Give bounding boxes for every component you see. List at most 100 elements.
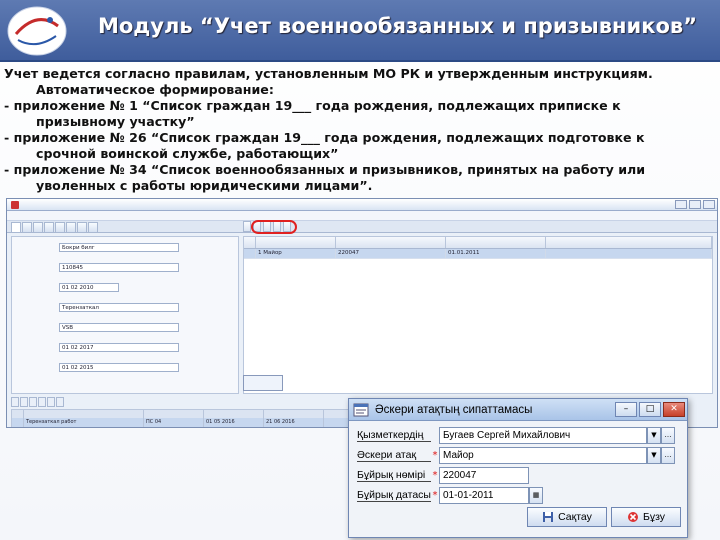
- grid-cell: ПС 04: [144, 418, 204, 427]
- maximize-button[interactable]: □: [639, 402, 661, 417]
- grid-cell: 01 05 2016: [204, 418, 264, 427]
- form-input[interactable]: 01 02 2017: [59, 343, 179, 352]
- employee-form: Бокри билг 110845 01 02 2010 Терензаткал VSB…: [11, 236, 239, 394]
- form-input[interactable]: 01 02 2010: [59, 283, 119, 292]
- body-line: срочной воинской службе, работающих”: [36, 146, 339, 161]
- grid-cell: 1 Майор: [256, 249, 336, 258]
- form-row: VSB: [15, 323, 179, 332]
- grid-col[interactable]: [24, 410, 144, 418]
- chevron-down-icon[interactable]: ▼: [647, 447, 661, 464]
- military-rank-dialog: Әскери атақтың сипаттамасы – □ ✕ Қызметк…: [348, 398, 688, 538]
- dialog-titlebar: Әскери атақтың сипаттамасы – □ ✕: [349, 399, 687, 421]
- field-label: Бұйрық датасы: [357, 489, 431, 502]
- order-number-row: Бұйрық нөмірі * 220047: [357, 467, 529, 484]
- app-close-button[interactable]: [703, 200, 715, 209]
- minimize-button[interactable]: –: [615, 402, 637, 417]
- cancel-icon: [627, 512, 638, 522]
- save-label: Сақтау: [558, 511, 592, 523]
- app-tab[interactable]: [22, 222, 32, 232]
- bottom-tab[interactable]: [38, 397, 46, 407]
- required-marker: *: [432, 490, 438, 501]
- rank-field[interactable]: Майор: [439, 447, 647, 464]
- form-row: Терензаткал: [15, 303, 179, 312]
- sub-tab[interactable]: [243, 220, 251, 232]
- chevron-down-icon[interactable]: ▼: [647, 427, 661, 444]
- grid-col[interactable]: [204, 410, 264, 418]
- grid-col[interactable]: [256, 237, 336, 248]
- military-rank-grid: 1 Майор 220047 01.01.2011: [243, 236, 713, 394]
- calendar-icon[interactable]: ▦: [529, 487, 543, 504]
- grid-col[interactable]: [264, 410, 324, 418]
- employee-row: Қызметкердің Бугаев Сергей Михайлович ▼ …: [357, 427, 675, 444]
- position-grid: Терензаткал работ ПС 04 01 05 2016 21 06…: [11, 409, 381, 427]
- app-tab[interactable]: [88, 222, 98, 232]
- app-tab[interactable]: [66, 222, 76, 232]
- body-line: - приложение № 34 “Список военнообязанны…: [4, 162, 646, 177]
- field-label: Бұйрық нөмірі: [357, 469, 431, 482]
- app-tab[interactable]: [33, 222, 43, 232]
- body-line: уволенных с работы юридическими лицами”.: [36, 178, 373, 193]
- bottom-tab[interactable]: [11, 397, 19, 407]
- bottom-tab[interactable]: [20, 397, 28, 407]
- grid-col[interactable]: [336, 237, 446, 248]
- form-row: 110845: [15, 263, 179, 272]
- add-record-button[interactable]: [243, 375, 283, 391]
- grid-col[interactable]: [144, 410, 204, 418]
- app-tab[interactable]: [77, 222, 87, 232]
- body-line: Автоматическое формирование:: [36, 82, 274, 97]
- app-tab[interactable]: [11, 222, 21, 232]
- table-row[interactable]: 1 Майор 220047 01.01.2011: [244, 249, 712, 259]
- grid-col[interactable]: [546, 237, 712, 248]
- save-button[interactable]: Сақтау: [527, 507, 607, 527]
- rank-row: Әскери атақ * Майор ▼ …: [357, 447, 675, 464]
- cancel-button[interactable]: Бұзу: [611, 507, 681, 527]
- form-input[interactable]: 110845: [59, 263, 179, 272]
- body-line: Учет ведется согласно правилам, установл…: [4, 66, 653, 81]
- app-icon: [11, 200, 19, 209]
- required-marker: *: [432, 470, 438, 481]
- bottom-tab[interactable]: [47, 397, 55, 407]
- cancel-label: Бұзу: [642, 511, 666, 523]
- app-window: Бокри билг 110845 01 02 2010 Терензаткал VSB…: [6, 198, 718, 428]
- highlight-circle: [251, 220, 297, 234]
- bottom-tab[interactable]: [29, 397, 37, 407]
- table-row[interactable]: Терензаткал работ ПС 04 01 05 2016 21 06…: [12, 418, 380, 427]
- grid-cell: Терензаткал работ: [24, 418, 144, 427]
- form-input[interactable]: VSB: [59, 323, 179, 332]
- grid-col[interactable]: [446, 237, 546, 248]
- ellipsis-icon[interactable]: …: [661, 427, 675, 444]
- form-row: 01 02 2017: [15, 343, 179, 352]
- order-date-row: Бұйрық датасы * 01-01-2011 ▦: [357, 487, 543, 504]
- body-line: - приложение № 26 “Список граждан 19___ …: [4, 130, 645, 145]
- form-input[interactable]: 01 02 2015: [59, 363, 179, 372]
- app-titlebar: [7, 199, 717, 211]
- grid-header: [12, 410, 380, 418]
- grid-header: [244, 237, 712, 249]
- body-line: - приложение № 1 “Список граждан 19___ г…: [4, 98, 621, 113]
- employee-field[interactable]: Бугаев Сергей Михайлович: [439, 427, 647, 444]
- field-label: Әскери атақ: [357, 449, 431, 462]
- order-date-field[interactable]: 01-01-2011: [439, 487, 529, 504]
- bottom-tab[interactable]: [56, 397, 64, 407]
- body-line: призывному участку”: [36, 114, 195, 129]
- app-minimize-button[interactable]: [675, 200, 687, 209]
- body-text: Учет ведется согласно правилам, установл…: [4, 66, 716, 194]
- app-tabs: [7, 221, 717, 233]
- form-input[interactable]: Бокри билг: [59, 243, 179, 252]
- ellipsis-icon[interactable]: …: [661, 447, 675, 464]
- dialog-title: Әскери атақтың сипаттамасы: [375, 403, 533, 416]
- field-label: Қызметкердің: [357, 429, 431, 442]
- slide-title: Модуль “Учет военнообязанных и призывник…: [97, 14, 698, 38]
- form-input[interactable]: Терензаткал: [59, 303, 179, 312]
- floppy-disk-icon: [543, 512, 554, 522]
- app-maximize-button[interactable]: [689, 200, 701, 209]
- grid-cell: 220047: [336, 249, 446, 258]
- close-button[interactable]: ✕: [663, 402, 685, 417]
- order-number-field[interactable]: 220047: [439, 467, 529, 484]
- app-tab[interactable]: [55, 222, 65, 232]
- logo: [7, 6, 67, 56]
- form-icon: [353, 403, 369, 416]
- form-row: Бокри билг: [15, 243, 179, 252]
- form-row: 01 02 2010: [15, 283, 119, 292]
- app-tab[interactable]: [44, 222, 54, 232]
